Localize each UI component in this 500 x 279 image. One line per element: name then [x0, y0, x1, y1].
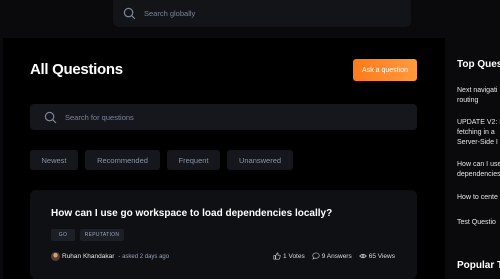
top-question-4[interactable]: How to cente: [457, 193, 498, 203]
filter-recommended[interactable]: Recommended: [85, 150, 160, 170]
top-question-3[interactable]: How can I use dependencies: [457, 160, 500, 180]
question-author: Ruhan Khandakar - asked 2 days ago: [51, 252, 169, 261]
thumbs-up-icon: [273, 252, 281, 260]
eye-icon: [358, 253, 367, 259]
top-question-5[interactable]: Test Questio: [457, 218, 496, 228]
top-question-1[interactable]: Next navigati routing: [457, 86, 497, 106]
filter-tabs: Newest Recommended Frequent Unanswered: [30, 150, 300, 170]
question-tags: GO REPUTATION: [51, 229, 129, 241]
answers-stat: 9 Answers: [312, 252, 352, 260]
filter-unanswered[interactable]: Unanswered: [227, 150, 293, 170]
author-name[interactable]: Ruhan Khandakar: [62, 253, 114, 260]
top-questions-title: Top Questions: [457, 59, 500, 70]
global-search-placeholder[interactable]: Search globally: [144, 9, 195, 18]
question-search-placeholder[interactable]: Search for questions: [65, 113, 134, 122]
question-stats: 1 Votes 9 Answers 65 Views: [266, 252, 395, 260]
popular-tags-title: Popular Tags: [457, 260, 500, 271]
top-question-2[interactable]: UPDATE V2: I fetching in a Server-Side I: [457, 118, 500, 148]
chat-bubble-icon: [312, 252, 320, 260]
tag-go[interactable]: GO: [51, 229, 75, 241]
search-icon: [123, 7, 136, 20]
question-search-bar[interactable]: Search for questions: [30, 104, 417, 130]
filter-newest[interactable]: Newest: [30, 150, 78, 170]
answers-count: 9 Answers: [321, 252, 352, 260]
avatar[interactable]: [51, 252, 60, 261]
votes-stat: 1 Votes: [273, 252, 305, 260]
asked-time: - asked 2 days ago: [118, 253, 170, 260]
tag-reputation[interactable]: REPUTATION: [80, 229, 124, 241]
views-stat: 65 Views: [358, 252, 395, 260]
page-title: All Questions: [30, 61, 123, 78]
right-sidebar: Top Questions Next navigati routing UPDA…: [446, 38, 500, 279]
top-bar: Search globally: [0, 0, 500, 33]
views-count: 65 Views: [368, 252, 395, 260]
votes-count: 1 Votes: [283, 252, 305, 260]
global-search-bar[interactable]: Search globally: [113, 0, 411, 27]
search-icon: [44, 111, 57, 123]
question-card[interactable]: How can I use go workspace to load depen…: [30, 190, 417, 279]
filter-frequent[interactable]: Frequent: [167, 150, 220, 170]
question-title[interactable]: How can I use go workspace to load depen…: [51, 208, 332, 219]
ask-question-button[interactable]: Ask a question: [353, 59, 417, 81]
